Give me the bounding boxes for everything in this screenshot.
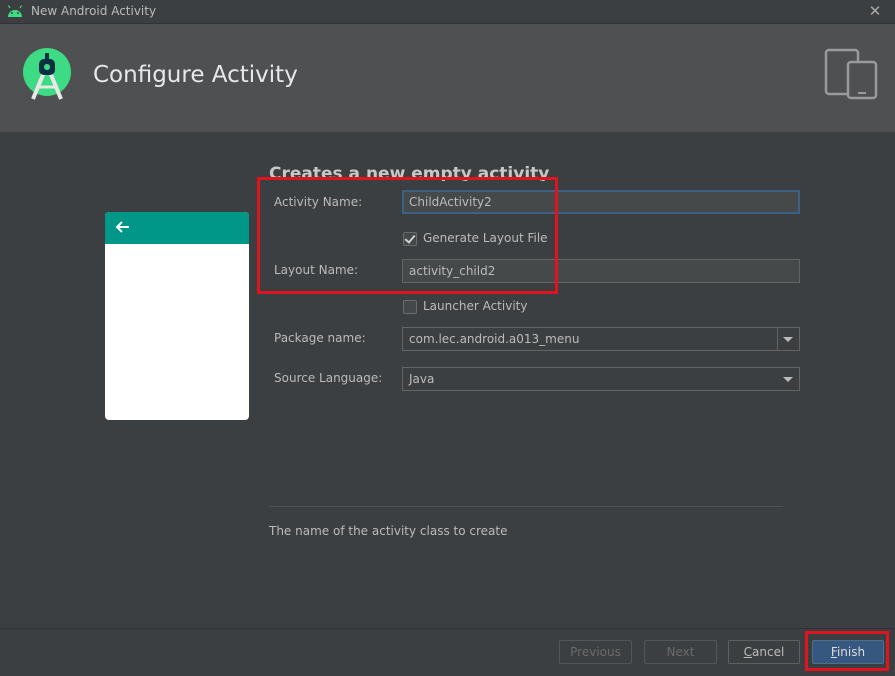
layout-name-label: Layout Name: <box>274 263 359 277</box>
activity-name-input[interactable]: ChildActivity2 <box>402 190 800 214</box>
window-title: New Android Activity <box>31 4 157 18</box>
chevron-down-icon <box>783 377 793 382</box>
finish-label-rest: inish <box>836 645 866 659</box>
cancel-button[interactable]: Cancel <box>728 640 800 664</box>
generate-layout-checkbox-row[interactable]: Generate Layout File <box>403 231 603 247</box>
launcher-activity-label: Launcher Activity <box>423 299 528 313</box>
divider <box>269 506 783 507</box>
cancel-label-rest: ancel <box>752 645 785 659</box>
close-icon[interactable]: ✕ <box>864 1 886 21</box>
android-icon <box>7 5 23 17</box>
previous-button[interactable]: Previous <box>559 640 632 664</box>
package-name-combobox[interactable]: com.lec.android.a013_menu <box>402 327 800 351</box>
tablet-phone-icon <box>824 48 878 100</box>
preview-app-bar <box>105 212 249 244</box>
cancel-mnemonic: C <box>743 645 753 659</box>
generate-layout-checkbox[interactable] <box>403 232 417 246</box>
next-button[interactable]: Next <box>644 640 717 664</box>
package-name-value: com.lec.android.a013_menu <box>409 332 580 346</box>
page-title: Configure Activity <box>93 62 298 88</box>
chevron-down-icon <box>783 337 793 342</box>
finish-button[interactable]: Finish <box>812 640 884 664</box>
launcher-activity-checkbox-row[interactable]: Launcher Activity <box>403 299 603 315</box>
checkmark-icon <box>404 232 416 244</box>
launcher-activity-checkbox[interactable] <box>403 300 417 314</box>
window-titlebar: New Android Activity ✕ <box>0 0 895 24</box>
layout-name-input[interactable]: activity_child2 <box>402 259 800 283</box>
source-language-label: Source Language: <box>274 371 383 385</box>
section-title: Creates a new empty activity <box>269 164 550 181</box>
language-dropdown-button[interactable] <box>777 368 799 390</box>
source-language-value: Java <box>409 372 435 386</box>
activity-preview <box>105 212 249 420</box>
source-language-select[interactable]: Java <box>402 367 800 391</box>
package-dropdown-button[interactable] <box>777 328 799 350</box>
wizard-header: Configure Activity <box>0 24 895 132</box>
field-hint: The name of the activity class to create <box>269 524 508 538</box>
activity-name-label: Activity Name: <box>274 195 363 209</box>
package-name-label: Package name: <box>274 331 366 345</box>
generate-layout-label: Generate Layout File <box>423 231 548 245</box>
arrow-left-icon <box>115 221 129 233</box>
android-studio-logo-icon <box>23 48 71 100</box>
